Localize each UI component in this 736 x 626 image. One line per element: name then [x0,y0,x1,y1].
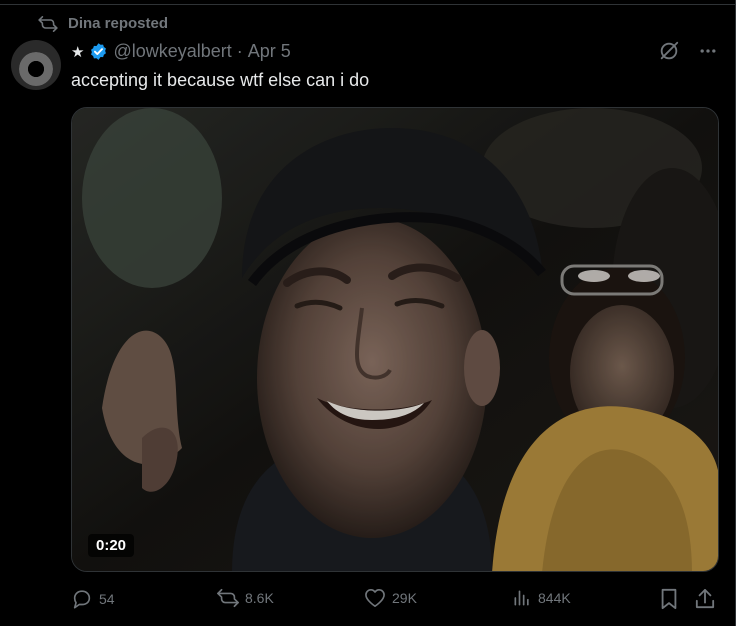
bookmark-icon [659,588,679,610]
reply-icon [71,588,93,610]
repost-count: 8.6K [245,590,274,606]
share-icon [695,588,715,610]
more-icon[interactable] [698,41,718,61]
repost-indicator[interactable]: Dina reposted [38,15,168,32]
avatar[interactable] [11,40,61,90]
user-handle[interactable]: @lowkeyalbert [113,41,231,62]
divider [0,4,736,5]
like-count: 29K [392,590,417,606]
post-header: ★ @lowkeyalbert · Apr 5 [71,41,291,62]
header-actions [658,40,718,62]
like-button[interactable]: 29K [364,588,417,608]
repost-icon [38,15,58,32]
video-player[interactable]: 0:20 [71,107,719,572]
video-duration: 0:20 [88,534,135,557]
verified-badge-icon[interactable] [89,42,108,61]
bookmark-button[interactable] [659,588,679,610]
views-button[interactable]: 844K [512,588,571,608]
share-button[interactable] [695,588,715,610]
post-container: Dina reposted ★ @lowkeyalbert · Apr 5 ac… [0,0,736,626]
repost-icon [217,588,239,608]
post-text: accepting it because wtf else can i do [71,70,370,90]
display-name[interactable]: ★ [71,43,84,61]
views-count: 844K [538,590,571,606]
heart-icon [364,588,386,608]
post-date[interactable]: Apr 5 [248,41,291,62]
reply-button[interactable]: 54 [71,588,115,610]
video-frame [72,108,718,571]
grok-icon[interactable] [658,40,680,62]
views-icon [512,588,532,608]
repost-button[interactable]: 8.6K [217,588,274,608]
meta-separator: · [236,41,243,61]
repost-label: Dina reposted [68,15,169,32]
reply-count: 54 [99,591,115,607]
action-bar: 54 8.6K 29K 844K [71,588,719,614]
